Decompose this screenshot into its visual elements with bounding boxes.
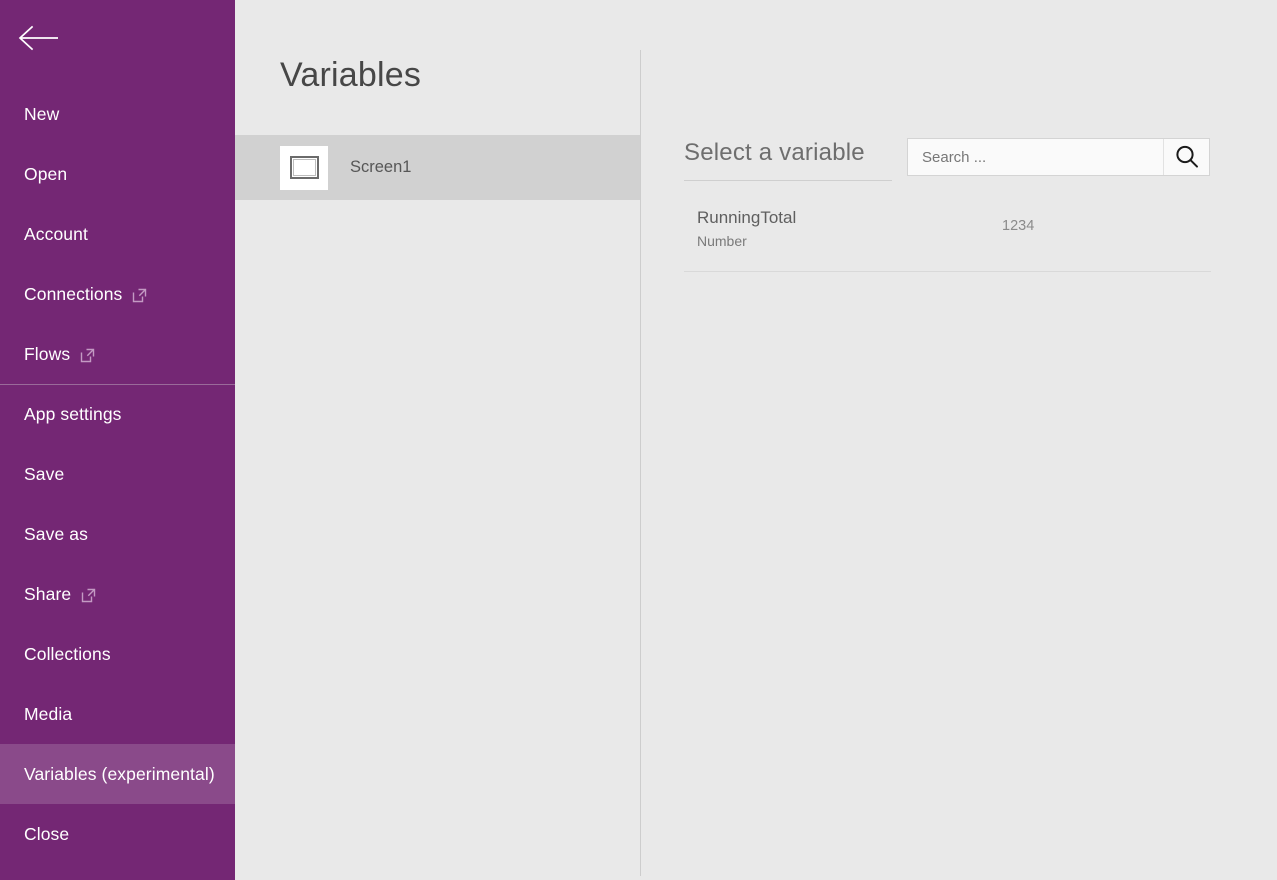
sidebar-item-media[interactable]: Media (0, 684, 235, 744)
select-variable-heading: Select a variable (684, 139, 865, 166)
sidebar-item-share[interactable]: Share (0, 564, 235, 624)
variables-panel: Variables Screen1 (235, 0, 640, 880)
sidebar-item-open[interactable]: Open (0, 144, 235, 204)
list-item-screen1[interactable]: Screen1 (235, 135, 640, 200)
back-arrow-button[interactable] (18, 18, 62, 58)
sidebar-item-label: App settings (24, 403, 122, 424)
sidebar-item-save[interactable]: Save (0, 444, 235, 504)
sidebar-item-close[interactable]: Close (0, 804, 235, 864)
page-title: Variables (280, 56, 422, 94)
sidebar-item-label: Collections (24, 643, 111, 664)
app-root: New Open Account Connections Flows App settin… (0, 0, 1277, 880)
sidebar: New Open Account Connections Flows App settin… (0, 0, 235, 880)
sidebar-item-save-as[interactable]: Save as (0, 504, 235, 564)
sidebar-item-app-settings[interactable]: App settings (0, 384, 235, 444)
variable-row[interactable]: RunningTotal Number 1234 (684, 200, 1211, 272)
sidebar-item-label: New (24, 103, 60, 124)
sidebar-item-account[interactable]: Account (0, 204, 235, 264)
screen-icon (280, 145, 328, 190)
variable-detail-panel: Select a variable RunningTotal Number 1234 (641, 0, 1277, 880)
sidebar-item-label: Variables (experimental) (24, 763, 215, 784)
sidebar-item-label: Save as (24, 523, 88, 544)
sidebar-item-label: Flows (24, 343, 71, 364)
heading-underline (684, 180, 892, 181)
variable-value: 1234 (1002, 218, 1035, 234)
sidebar-item-flows[interactable]: Flows (0, 324, 235, 384)
sidebar-item-connections[interactable]: Connections (0, 264, 235, 324)
external-link-icon (132, 288, 147, 303)
sidebar-item-variables-experimental[interactable]: Variables (experimental) (0, 744, 235, 804)
list-item-label: Screen1 (350, 158, 412, 176)
search-icon (1173, 143, 1201, 171)
sidebar-item-label: Share (24, 583, 72, 604)
sidebar-item-label: Save (24, 463, 65, 484)
search-box[interactable] (907, 138, 1210, 176)
external-link-icon (81, 588, 96, 603)
sidebar-item-label: Connections (24, 283, 123, 304)
sidebar-item-label: Close (24, 823, 70, 844)
search-input[interactable] (908, 139, 1163, 175)
sidebar-item-label: Account (24, 223, 88, 244)
sidebar-item-label: Open (24, 163, 68, 184)
external-link-icon (80, 348, 95, 363)
sidebar-item-label: Media (24, 703, 73, 724)
sidebar-item-collections[interactable]: Collections (0, 624, 235, 684)
variable-name: RunningTotal (697, 208, 797, 227)
search-button[interactable] (1163, 139, 1209, 175)
back-arrow-icon (18, 25, 60, 51)
variable-list: RunningTotal Number 1234 (684, 200, 1211, 272)
sidebar-nav-list: New Open Account Connections Flows App settin… (0, 84, 235, 864)
variable-type: Number (697, 233, 747, 249)
sidebar-item-new[interactable]: New (0, 84, 235, 144)
